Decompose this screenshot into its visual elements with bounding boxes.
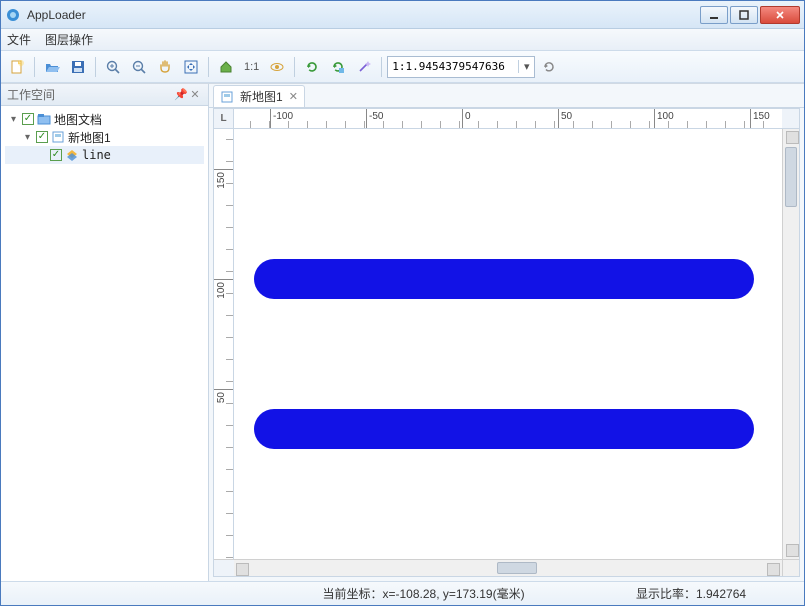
ruler-vertical[interactable]: 150 100 50: [214, 129, 234, 559]
window-frame: AppLoader 文件 图层操作 1:1 ▾: [0, 0, 805, 606]
tree-map-row[interactable]: ▾ ✓ 新地图1: [5, 128, 204, 146]
sidebar-title-row: 工作空间 📌 ✕: [1, 84, 208, 106]
toolbar-sep: [294, 57, 295, 77]
scale-input[interactable]: [388, 60, 518, 73]
refresh-icon[interactable]: [300, 55, 324, 79]
toolbar-sep: [208, 57, 209, 77]
tree-root-row[interactable]: ▾ ✓ 地图文档: [5, 110, 204, 128]
new-doc-icon[interactable]: [5, 55, 29, 79]
refresh-layer-icon[interactable]: [326, 55, 350, 79]
scrollbar-corner: [782, 559, 799, 576]
tree-expand-icon[interactable]: ▾: [22, 132, 33, 143]
toolbar-sep: [381, 57, 382, 77]
status-scale: 显示比率：1.942764: [636, 585, 796, 602]
status-coord: 当前坐标：x=-108.28, y=173.19(毫米): [323, 585, 637, 602]
checkbox-icon[interactable]: ✓: [50, 149, 62, 161]
main-area: 新地图1 ✕ L -100 -50 0 50 100: [209, 84, 804, 581]
scale-refresh-icon[interactable]: [537, 55, 561, 79]
toolbar-sep: [95, 57, 96, 77]
open-file-icon[interactable]: [40, 55, 64, 79]
menu-file[interactable]: 文件: [7, 31, 31, 48]
minimize-button[interactable]: [700, 6, 728, 24]
checkbox-icon[interactable]: ✓: [36, 131, 48, 143]
tab-label: 新地图1: [240, 88, 283, 105]
window-title: AppLoader: [27, 8, 700, 22]
home-icon[interactable]: [214, 55, 238, 79]
folder-icon: [37, 112, 51, 126]
ruler-horizontal[interactable]: -100 -50 0 50 100 150: [234, 109, 782, 129]
canvas-wrap: L -100 -50 0 50 100 150: [213, 108, 800, 577]
tab-close-icon[interactable]: ✕: [289, 90, 298, 103]
app-icon: [5, 7, 21, 23]
tree-map-label: 新地图1: [68, 129, 111, 146]
wand-icon[interactable]: [352, 55, 376, 79]
horizontal-scrollbar[interactable]: [234, 559, 782, 576]
chevron-down-icon[interactable]: ▾: [518, 60, 534, 73]
workspace-tree[interactable]: ▾ ✓ 地图文档 ▾ ✓ 新地图1 ▾ ✓ line: [1, 106, 208, 581]
tree-layer-label: line: [82, 148, 111, 162]
map-doc-icon: [220, 90, 234, 104]
sidebar: 工作空间 📌 ✕ ▾ ✓ 地图文档 ▾ ✓ 新地图1: [1, 84, 209, 581]
scale-combo[interactable]: ▾: [387, 56, 535, 78]
save-icon[interactable]: [66, 55, 90, 79]
tab-active[interactable]: 新地图1 ✕: [213, 85, 305, 107]
line-feature: [254, 259, 754, 299]
ruler-corner: L: [214, 109, 234, 129]
tree-expand-icon[interactable]: ▾: [8, 114, 19, 125]
fit-extent-icon[interactable]: [179, 55, 203, 79]
toolbar: 1:1 ▾: [1, 51, 804, 83]
menu-layer[interactable]: 图层操作: [45, 31, 93, 48]
window-buttons: [700, 6, 800, 24]
pin-icon[interactable]: 📌: [174, 88, 188, 101]
tree-root-label: 地图文档: [54, 111, 102, 128]
zoom-out-icon[interactable]: [127, 55, 151, 79]
line-feature: [254, 409, 754, 449]
scrollbar-thumb[interactable]: [497, 562, 537, 574]
vertical-scrollbar[interactable]: [782, 129, 799, 559]
map-canvas[interactable]: [234, 129, 782, 559]
statusbar: 当前坐标：x=-108.28, y=173.19(毫米) 显示比率：1.9427…: [1, 581, 804, 605]
map-doc-icon: [51, 130, 65, 144]
titlebar[interactable]: AppLoader: [1, 1, 804, 29]
checkbox-icon[interactable]: ✓: [22, 113, 34, 125]
maximize-button[interactable]: [730, 6, 758, 24]
eye-icon[interactable]: [265, 55, 289, 79]
layer-icon: [65, 148, 79, 162]
sidebar-title: 工作空间: [7, 86, 55, 103]
tree-layer-row[interactable]: ▾ ✓ line: [5, 146, 204, 164]
document-tabstrip: 新地图1 ✕: [209, 84, 804, 108]
toolbar-sep: [34, 57, 35, 77]
scrollbar-thumb[interactable]: [785, 147, 797, 207]
menubar: 文件 图层操作: [1, 29, 804, 51]
pan-icon[interactable]: [153, 55, 177, 79]
zoom-in-icon[interactable]: [101, 55, 125, 79]
one-to-one-button[interactable]: 1:1: [240, 55, 263, 79]
close-button[interactable]: [760, 6, 800, 24]
sidebar-close-icon[interactable]: ✕: [188, 88, 202, 101]
body-area: 工作空间 📌 ✕ ▾ ✓ 地图文档 ▾ ✓ 新地图1: [1, 83, 804, 581]
